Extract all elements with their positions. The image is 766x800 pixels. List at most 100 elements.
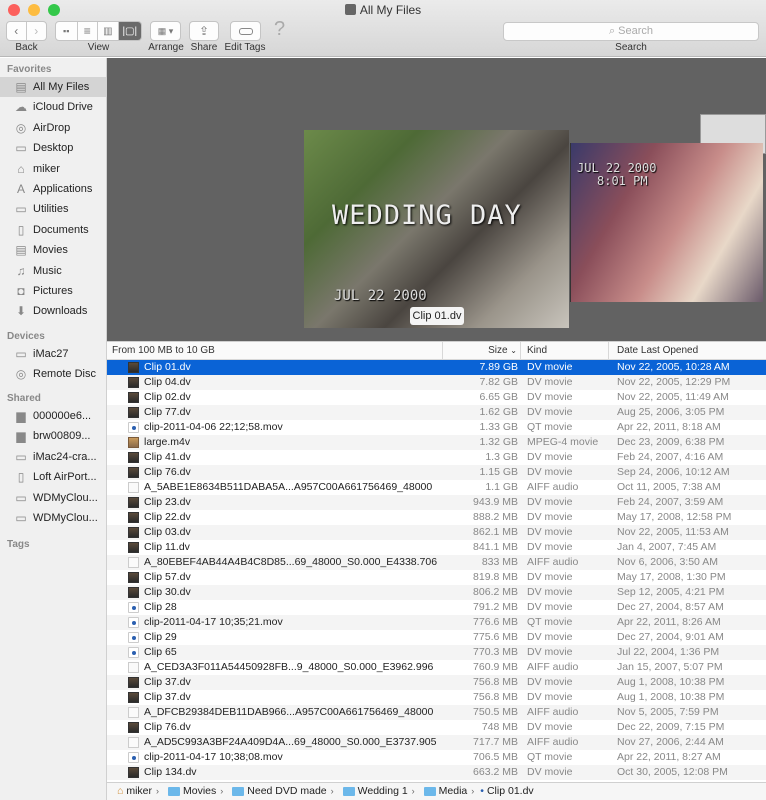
file-size: 841.1 MB (473, 541, 518, 553)
file-date: Oct 30, 2005, 12:08 PM (617, 766, 728, 778)
file-row[interactable]: Clip 11.dv 841.1 MB DV movie Jan 4, 2007, 7… (107, 540, 766, 555)
column-view-button[interactable]: ▥ (98, 22, 119, 40)
sidebar-item-000000e6[interactable]: ▆ 000000e6... (0, 406, 106, 426)
sidebar-section-tags: Tags (7, 539, 30, 550)
file-name: Clip 29 (144, 631, 177, 643)
file-row[interactable]: clip-2011-04-17 10;35;21.mov 776.6 MB QT m… (107, 615, 766, 630)
file-row[interactable]: Clip 04.dv 7.82 GB DV movie Nov 22, 2005, 1… (107, 375, 766, 390)
file-row[interactable]: Clip 30.dv 806.2 MB DV movie Sep 12, 2005, … (107, 585, 766, 600)
cover-flow-thumbnail[interactable]: JUL 22 2000 8:01 PM (570, 143, 763, 302)
file-row[interactable]: Clip 22.dv 888.2 MB DV movie May 17, 2008, … (107, 510, 766, 525)
sidebar-item-icloud-drive[interactable]: ☁ iCloud Drive (0, 97, 106, 117)
movie-file-icon (128, 602, 139, 613)
movie-file-icon (128, 437, 139, 448)
file-kind: DV movie (527, 601, 573, 613)
chevron-right-icon: › (330, 786, 334, 796)
path-item[interactable]: Media (419, 783, 467, 800)
file-row[interactable]: Clip 65 770.3 MB DV movie Jul 22, 2004, 1:3… (107, 645, 766, 660)
file-date: Apr 22, 2011, 8:18 AM (617, 421, 721, 433)
sidebar-item-wdmyclou[interactable]: ▭ WDMyClou... (0, 508, 106, 528)
file-kind: QT movie (527, 751, 573, 763)
forward-button[interactable]: › (27, 22, 46, 40)
folder-icon: ▭ (15, 202, 27, 217)
sidebar-item-miker[interactable]: ⌂ miker (0, 159, 106, 179)
list-view-button[interactable]: ≡ (78, 22, 99, 40)
back-button[interactable]: ‹ (7, 22, 27, 40)
cover-flow-current-image[interactable]: WEDDING DAY JUL 22 2000 (304, 130, 569, 328)
chevron-right-icon: › (411, 786, 415, 796)
file-row[interactable]: Clip 01.dv 7.89 GB DV movie Nov 22, 2005, 1… (107, 360, 766, 375)
file-row[interactable]: Clip 77.dv 1.62 GB DV movie Aug 25, 2006, 3… (107, 405, 766, 420)
sidebar-item-loft-airport[interactable]: ▯ Loft AirPort... (0, 467, 106, 487)
sidebar-item-airdrop[interactable]: ◎ AirDrop (0, 118, 106, 138)
music-icon: ♫ (16, 263, 26, 278)
share-button[interactable]: ⇪ (189, 21, 219, 41)
sidebar-item-remote-disc[interactable]: ◎ Remote Disc (0, 364, 106, 384)
file-row[interactable]: Clip 28 791.2 MB DV movie Dec 27, 2004, 8:5… (107, 600, 766, 615)
sidebar-item-label: Music (33, 264, 62, 277)
sidebar-item-desktop[interactable]: ▭ Desktop (0, 138, 106, 158)
cover-flow-view-button[interactable]: |▢| (118, 22, 141, 40)
file-size: 7.82 GB (479, 376, 518, 388)
file-row[interactable]: Clip 29 775.6 MB DV movie Dec 27, 2004, 9:0… (107, 630, 766, 645)
sidebar-item-all-my-files[interactable]: ▤ All My Files (0, 77, 106, 97)
path-item[interactable]: ⌂ miker (117, 783, 152, 800)
sidebar-item-documents[interactable]: ▯ Documents (0, 220, 106, 240)
sidebar-item-wdmyclou[interactable]: ▭ WDMyClou... (0, 488, 106, 508)
file-name: clip-2011-04-17 10;38;08.mov (144, 751, 283, 763)
file-size: 1.33 GB (479, 421, 518, 433)
file-row[interactable]: A_80EBEF4AB44A4B4C8D85...69_48000_S0.000… (107, 555, 766, 570)
sidebar-item-applications[interactable]: A Applications (0, 179, 106, 199)
file-name: Clip 134.dv (144, 766, 197, 778)
size-column-header[interactable]: Size ⌄ (488, 345, 517, 356)
file-row[interactable]: clip-2011-04-17 10;38;08.mov 706.5 MB QT m… (107, 750, 766, 765)
kind-column-header[interactable]: Kind (527, 345, 547, 356)
documents-icon: ▯ (17, 222, 25, 237)
file-kind: DV movie (527, 511, 573, 523)
movie-file-icon (128, 572, 139, 583)
file-row[interactable]: Clip 37.dv 756.8 MB DV movie Aug 1, 2008, 1… (107, 675, 766, 690)
sidebar-item-imac27[interactable]: ▭ iMac27 (0, 344, 106, 364)
sidebar-item-utilities[interactable]: ▭ Utilities (0, 199, 106, 219)
help-icon[interactable]: ? (274, 18, 285, 41)
file-row[interactable]: Clip 23.dv 943.9 MB DV movie Feb 24, 2007, … (107, 495, 766, 510)
file-row[interactable]: Clip 76.dv 748 MB DV movie Dec 22, 2009, 7:… (107, 720, 766, 735)
search-input[interactable]: ⌕ Search (503, 22, 759, 41)
file-row[interactable]: A_CED3A3F011A54450928FB...9_48000_S0.000… (107, 660, 766, 675)
file-row[interactable]: large.m4v 1.32 GB MPEG-4 movie Dec 23, 2009… (107, 435, 766, 450)
sidebar-item-downloads[interactable]: ⬇ Downloads (0, 301, 106, 321)
sidebar-section-devices: Devices (7, 331, 45, 342)
file-row[interactable]: Clip 02.dv 6.65 GB DV movie Nov 22, 2005, 1… (107, 390, 766, 405)
arrange-button[interactable]: ▦ ▾ (150, 21, 181, 41)
file-row[interactable]: Clip 134.dv 663.2 MB DV movie Oct 30, 2005,… (107, 765, 766, 780)
icon-view-button[interactable]: ▪▪ (56, 22, 78, 40)
file-row[interactable]: Clip 41.dv 1.3 GB DV movie Feb 24, 2007, 4:… (107, 450, 766, 465)
sidebar-item-pictures[interactable]: ◘ Pictures (0, 281, 106, 301)
file-name: Clip 01.dv (144, 361, 191, 373)
sidebar-item-imac24-cra[interactable]: ▭ iMac24-cra... (0, 447, 106, 467)
file-row[interactable]: Clip 37.dv 756.8 MB DV movie Aug 1, 2008, 1… (107, 690, 766, 705)
edit-tags-button[interactable] (230, 21, 261, 41)
file-row[interactable]: A_5ABE1E8634B511DABA5A...A957C00A6617564… (107, 480, 766, 495)
file-row[interactable]: A_DFCB29384DEB11DAB966...A957C00A6617564… (107, 705, 766, 720)
path-item[interactable]: Wedding 1 (338, 783, 408, 800)
file-row[interactable]: Clip 57.dv 819.8 MB DV movie May 17, 2008, … (107, 570, 766, 585)
file-row[interactable]: A_AD5C993A3BF24A409D4A...69_48000_S0.000… (107, 735, 766, 750)
downloads-icon: ⬇ (15, 304, 27, 319)
file-row[interactable]: Clip 03.dv 862.1 MB DV movie Nov 22, 2005, … (107, 525, 766, 540)
file-size: 760.9 MB (473, 661, 518, 673)
path-item[interactable]: Movies (163, 783, 216, 800)
path-item[interactable]: • Clip 01.dv (478, 783, 533, 800)
date-column-header[interactable]: Date Last Opened (617, 345, 698, 356)
file-name: Clip 76.dv (144, 466, 191, 478)
sidebar-item-brw00809[interactable]: ▆ brw00809... (0, 426, 106, 446)
back-forward-control: ‹ › (6, 21, 47, 41)
path-item[interactable]: Need DVD made (227, 783, 327, 800)
sidebar-item-movies[interactable]: ▤ Movies (0, 240, 106, 260)
cover-flow[interactable]: JUL 22 2000 8:01 PM WEDDING DAY JUL 22 2… (107, 58, 766, 341)
file-row[interactable]: Clip 76.dv 1.15 GB DV movie Sep 24, 2006, 1… (107, 465, 766, 480)
file-row[interactable]: clip-2011-04-06 22;12;58.mov 1.33 GB QT mo… (107, 420, 766, 435)
columns-icon: ▥ (103, 25, 113, 37)
view-label: View (87, 42, 110, 53)
sidebar-item-music[interactable]: ♫ Music (0, 261, 106, 281)
